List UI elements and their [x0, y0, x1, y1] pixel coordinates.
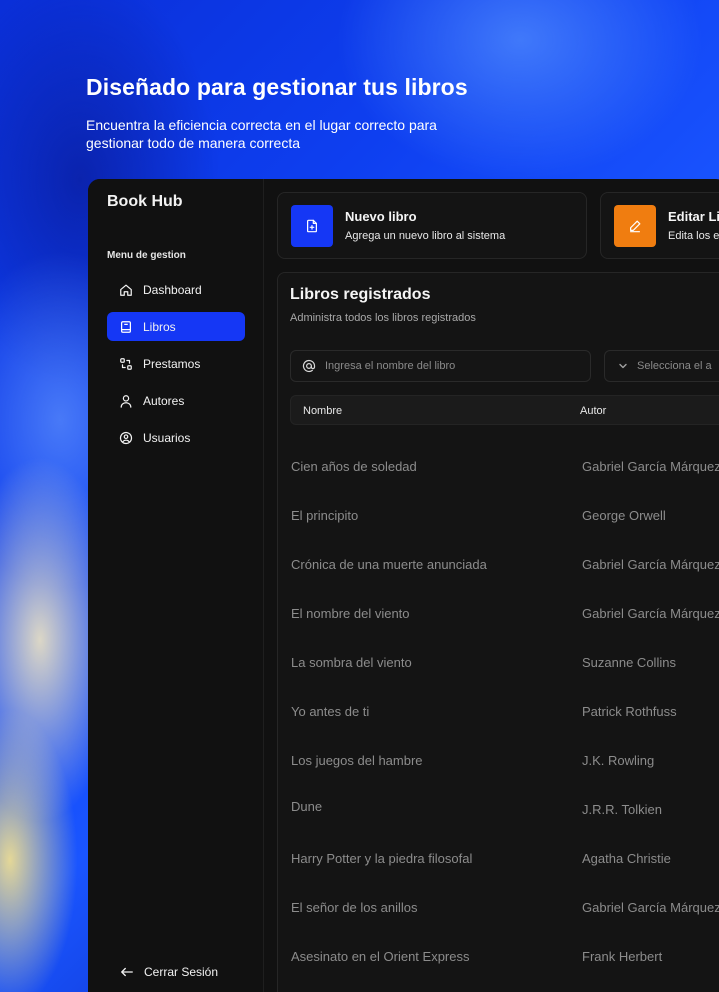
app-window: Book Hub Menu de gestion Dashboard Libro…	[88, 179, 719, 992]
table-row[interactable]: El principito George Orwell	[278, 508, 719, 528]
sidebar-nav: Dashboard Libros Prestamos Autores Usuar…	[107, 275, 245, 460]
book-name: El nombre del viento	[291, 606, 410, 621]
book-author: Agatha Christie	[582, 851, 671, 866]
card-title: Nuevo libro	[345, 209, 417, 224]
table-row[interactable]: Harry Potter y la piedra filosofal Agath…	[278, 851, 719, 871]
book-name: Asesinato en el Orient Express	[291, 949, 470, 964]
at-sign-icon	[302, 359, 316, 373]
search-input[interactable]	[325, 360, 575, 372]
sidebar-item-libros[interactable]: Libros	[107, 312, 245, 341]
table-row[interactable]: Los juegos del hambre J.K. Rowling	[278, 753, 719, 773]
sidebar-item-prestamos[interactable]: Prestamos	[107, 349, 245, 378]
table-row[interactable]: La sombra del viento Suzanne Collins	[278, 655, 719, 675]
book-name: Crónica de una muerte anunciada	[291, 557, 487, 572]
sidebar-item-label: Prestamos	[143, 356, 201, 371]
table-row[interactable]: El señor de los anillos Gabriel García M…	[278, 900, 719, 920]
sidebar-item-autores[interactable]: Autores	[107, 386, 245, 415]
swap-icon	[120, 357, 132, 370]
chevron-down-icon	[619, 363, 627, 369]
book-name: Harry Potter y la piedra filosofal	[291, 851, 473, 866]
logout-button[interactable]: Cerrar Sesión	[120, 965, 218, 979]
home-icon	[120, 284, 132, 296]
table-header: Nombre Autor	[290, 395, 719, 425]
hero-title: Diseñado para gestionar tus libros	[86, 74, 468, 100]
new-book-icon-box	[291, 205, 333, 247]
arrow-left-icon	[121, 967, 133, 977]
table-row[interactable]: El nombre del viento Gabriel García Márq…	[278, 606, 719, 626]
sidebar-item-label: Usuarios	[143, 430, 191, 445]
book-name: El señor de los anillos	[291, 900, 418, 915]
book-author: Gabriel García Márquez	[582, 900, 719, 915]
column-header-autor: Autor	[580, 405, 607, 417]
user-icon	[120, 394, 132, 408]
file-plus-icon	[307, 219, 317, 233]
sidebar-item-label: Dashboard	[143, 282, 202, 297]
brand-title: Book Hub	[107, 193, 183, 210]
search-field[interactable]	[290, 350, 591, 382]
hero-subtitle-line1: Encuentra la eficiencia correcta en el l…	[86, 117, 437, 133]
edit-icon	[630, 220, 641, 233]
book-author: J.K. Rowling	[582, 753, 655, 768]
book-name: Dune	[291, 799, 323, 814]
card-description: Agrega un nuevo libro al sistema	[345, 230, 506, 242]
book-name: La sombra del viento	[291, 655, 412, 670]
main-content: Nuevo libro Agrega un nuevo libro al sis…	[264, 179, 719, 992]
book-author: Gabriel García Márquez	[582, 459, 719, 474]
book-name: El principito	[291, 508, 359, 523]
book-name: Los juegos del hambre	[291, 753, 423, 768]
panel-title: Libros registrados	[290, 286, 431, 303]
book-author: George Orwell	[582, 508, 666, 523]
table-row[interactable]: Crónica de una muerte anunciada Gabriel …	[278, 557, 719, 577]
table-row[interactable]: Asesinato en el Orient Express Frank Her…	[278, 949, 719, 969]
book-author: Suzanne Collins	[582, 655, 676, 670]
card-description: Edita los e	[668, 230, 719, 242]
edit-book-icon-box	[614, 205, 656, 247]
card-title: Editar Li	[668, 209, 719, 224]
table-row[interactable]: Dune J.R.R. Tolkien	[278, 799, 719, 819]
books-panel: Libros registrados Administra todos los …	[277, 272, 719, 992]
user-circle-icon	[119, 431, 133, 444]
hero-subtitle-line2: gestionar todo de manera correcta	[86, 135, 301, 151]
hero: Diseñado para gestionar tus libros Encue…	[86, 74, 526, 152]
sidebar-item-label: Autores	[143, 393, 185, 408]
table-row[interactable]: Cien años de soledad Gabriel García Márq…	[278, 459, 719, 479]
new-book-card[interactable]: Nuevo libro Agrega un nuevo libro al sis…	[277, 192, 587, 259]
book-author: Frank Herbert	[582, 949, 663, 964]
book-author: Gabriel García Márquez	[582, 557, 719, 572]
edit-book-card[interactable]: Editar Li Edita los e	[600, 192, 719, 259]
logout-label: Cerrar Sesión	[144, 965, 219, 979]
author-select[interactable]: Selecciona el a	[604, 350, 719, 382]
book-name: Cien años de soledad	[291, 459, 417, 474]
menu-title: Menu de gestion	[107, 250, 186, 261]
sidebar-item-usuarios[interactable]: Usuarios	[107, 423, 245, 452]
sidebar: Book Hub Menu de gestion Dashboard Libro…	[88, 179, 264, 992]
book-author: Gabriel García Márquez	[582, 606, 719, 621]
book-name: Yo antes de ti	[291, 704, 370, 719]
hero-subtitle: Encuentra la eficiencia correcta en el l…	[86, 116, 526, 152]
panel-subtitle: Administra todos los libros registrados	[290, 312, 476, 324]
column-header-nombre: Nombre	[303, 405, 343, 417]
book-author: Patrick Rothfuss	[582, 704, 677, 719]
book-icon	[121, 320, 131, 333]
book-author: J.R.R. Tolkien	[582, 802, 662, 817]
select-placeholder: Selecciona el a	[637, 360, 712, 372]
table-row[interactable]: Yo antes de ti Patrick Rothfuss	[278, 704, 719, 724]
sidebar-item-dashboard[interactable]: Dashboard	[107, 275, 245, 304]
sidebar-item-label: Libros	[143, 319, 176, 334]
